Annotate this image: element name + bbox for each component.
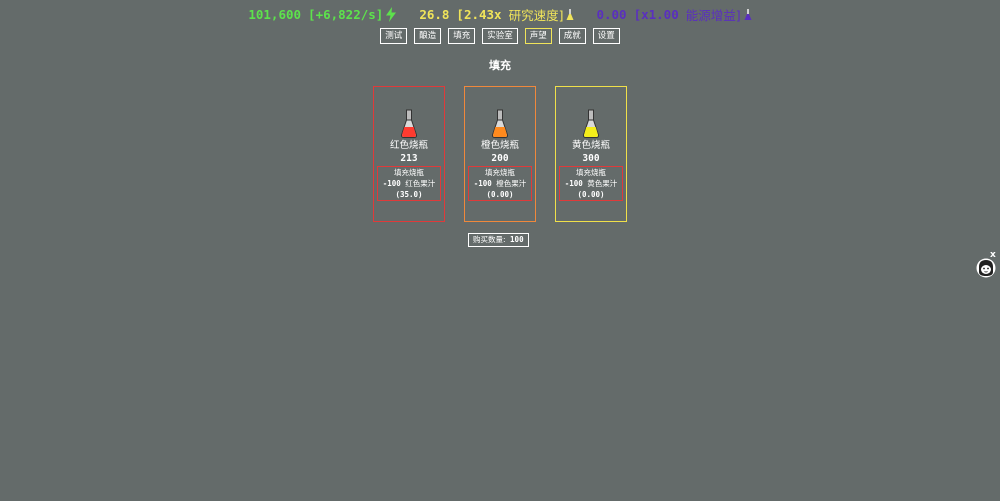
buy-amount-label: 购买数量:	[473, 235, 506, 244]
juice-stock: (35.0)	[395, 190, 423, 199]
buy-amount-value: 100	[510, 235, 524, 244]
main-tab-bar: 测试 酿造 填充 实验室 声望 成就 设置	[0, 28, 1000, 44]
energy-stat: 101,600 [+6,822/s]	[248, 7, 397, 22]
flask-icon	[566, 8, 574, 20]
fill-button-title: 填充烧瓶	[394, 168, 424, 177]
research-stat: 26.8 [2.43x 研究速度]	[419, 5, 574, 24]
mascot-avatar-icon[interactable]	[976, 258, 996, 278]
fill-button-title: 填充烧瓶	[485, 168, 515, 177]
flask-cards: 红色烧瓶 213 填充烧瓶 -100 红色果汁 (35.0) 橙色烧瓶 200 …	[373, 86, 627, 222]
tab-settings[interactable]: 设置	[592, 28, 620, 44]
flask-card-red: 红色烧瓶 213 填充烧瓶 -100 红色果汁 (35.0)	[373, 86, 445, 222]
cost-amount: -100	[382, 179, 401, 188]
tab-fill[interactable]: 填充	[448, 28, 476, 44]
fill-button-cost: -100 红色果汁	[383, 178, 436, 189]
resource-stats-bar: 101,600 [+6,822/s] 26.8 [2.43x 研究速度] 0.0…	[0, 5, 1000, 24]
multiplier-value: 0.00	[596, 7, 627, 22]
flask-count: 300	[582, 153, 600, 164]
cost-item: 红色果汁	[405, 179, 436, 188]
cost-amount: -100	[473, 179, 492, 188]
buy-amount-button[interactable]: 购买数量: 100	[468, 233, 529, 247]
cost-item: 橙色果汁	[496, 179, 527, 188]
tab-prestige[interactable]: 声望	[524, 28, 552, 44]
app-root: 101,600 [+6,822/s] 26.8 [2.43x 研究速度] 0.0…	[0, 0, 1000, 501]
red-flask-icon	[400, 109, 418, 138]
flask-name: 橙色烧瓶	[480, 140, 519, 151]
yellow-flask-icon	[582, 109, 600, 138]
fill-flask-button-red[interactable]: 填充烧瓶 -100 红色果汁 (35.0)	[377, 166, 441, 201]
research-label: 研究速度]	[508, 8, 564, 23]
research-rate: [2.43x	[456, 7, 502, 22]
multiplier-rate: [x1.00	[633, 7, 679, 22]
research-value: 26.8	[419, 7, 450, 22]
orange-flask-icon	[491, 109, 509, 138]
flask-count: 200	[491, 153, 509, 164]
tab-test[interactable]: 测试	[380, 28, 408, 44]
cost-amount: -100	[564, 179, 583, 188]
flask-count: 213	[400, 153, 418, 164]
fill-button-title: 填充烧瓶	[576, 168, 606, 177]
flask-name: 红色烧瓶	[389, 140, 428, 151]
fill-flask-button-yellow[interactable]: 填充烧瓶 -100 黄色果汁 (0.00)	[559, 166, 623, 201]
juice-stock: (0.00)	[577, 190, 605, 199]
flask-card-yellow: 黄色烧瓶 300 填充烧瓶 -100 黄色果汁 (0.00)	[555, 86, 627, 222]
tab-achievements[interactable]: 成就	[558, 28, 586, 44]
energy-value: 101,600	[248, 7, 302, 22]
fill-button-cost: -100 橙色果汁	[474, 178, 527, 189]
energy-multiplier-stat: 0.00 [x1.00 能源增益]	[596, 5, 752, 24]
fill-flask-button-orange[interactable]: 填充烧瓶 -100 橙色果汁 (0.00)	[468, 166, 532, 201]
fill-button-cost: -100 黄色果汁	[565, 178, 618, 189]
flask-name: 黄色烧瓶	[571, 140, 610, 151]
flask-icon	[744, 8, 752, 20]
cost-item: 黄色果汁	[587, 179, 618, 188]
flask-card-orange: 橙色烧瓶 200 填充烧瓶 -100 橙色果汁 (0.00)	[464, 86, 536, 222]
tab-lab[interactable]: 实验室	[482, 28, 518, 44]
juice-stock: (0.00)	[486, 190, 514, 199]
energy-rate: [+6,822/s]	[308, 7, 384, 22]
lightning-icon	[386, 7, 397, 22]
tab-brew[interactable]: 酿造	[414, 28, 442, 44]
multiplier-label: 能源增益]	[685, 8, 741, 23]
section-title: 填充	[489, 59, 511, 72]
